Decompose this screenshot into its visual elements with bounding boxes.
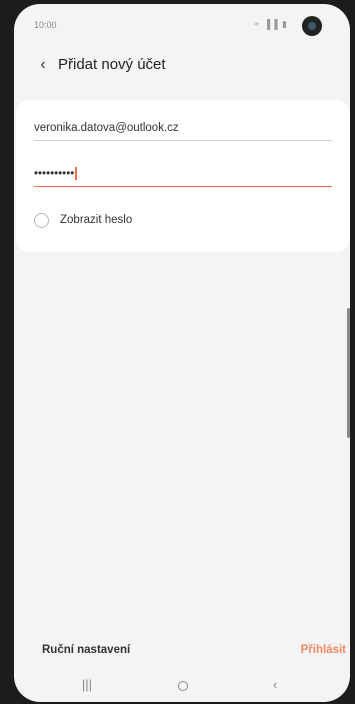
show-password-label: Zobrazit heslo — [60, 214, 133, 226]
login-button[interactable]: Přihlásit — [301, 644, 346, 656]
bottom-actions: Ruční nastavení Přihlásit — [14, 640, 350, 666]
account-form-card: veronika.datova@outlook.cz •••••••••• Zo… — [16, 100, 350, 252]
home-circle-icon — [178, 680, 188, 691]
front-camera-icon — [302, 16, 322, 36]
email-field[interactable]: veronika.datova@outlook.cz — [34, 116, 332, 141]
app-bar: ‹ Přidat nový účet — [14, 50, 350, 84]
page-title: Přidat nový účet — [58, 56, 166, 73]
status-icons: ≈ ▐▐ ▮ — [254, 19, 288, 29]
back-arrow-icon[interactable]: ‹ — [32, 54, 54, 76]
show-password-radio[interactable] — [34, 213, 49, 228]
password-field[interactable]: •••••••••• — [34, 162, 332, 187]
phone-screen: 10:00 ≈ ▐▐ ▮ ‹ Přidat nový účet veronika… — [14, 4, 350, 702]
navigation-bar: ||| ‹ — [14, 668, 350, 702]
status-bar: 10:00 ≈ ▐▐ ▮ — [14, 4, 350, 44]
nav-back-icon[interactable]: ‹ — [260, 674, 290, 696]
recents-icon[interactable]: ||| — [72, 674, 102, 696]
home-icon[interactable] — [168, 674, 198, 696]
scrollbar[interactable] — [347, 308, 350, 438]
password-value: •••••••••• — [34, 168, 75, 180]
text-caret — [75, 167, 77, 181]
status-time: 10:00 — [34, 20, 57, 30]
manual-setup-button[interactable]: Ruční nastavení — [42, 644, 130, 656]
email-value: veronika.datova@outlook.cz — [34, 122, 179, 134]
